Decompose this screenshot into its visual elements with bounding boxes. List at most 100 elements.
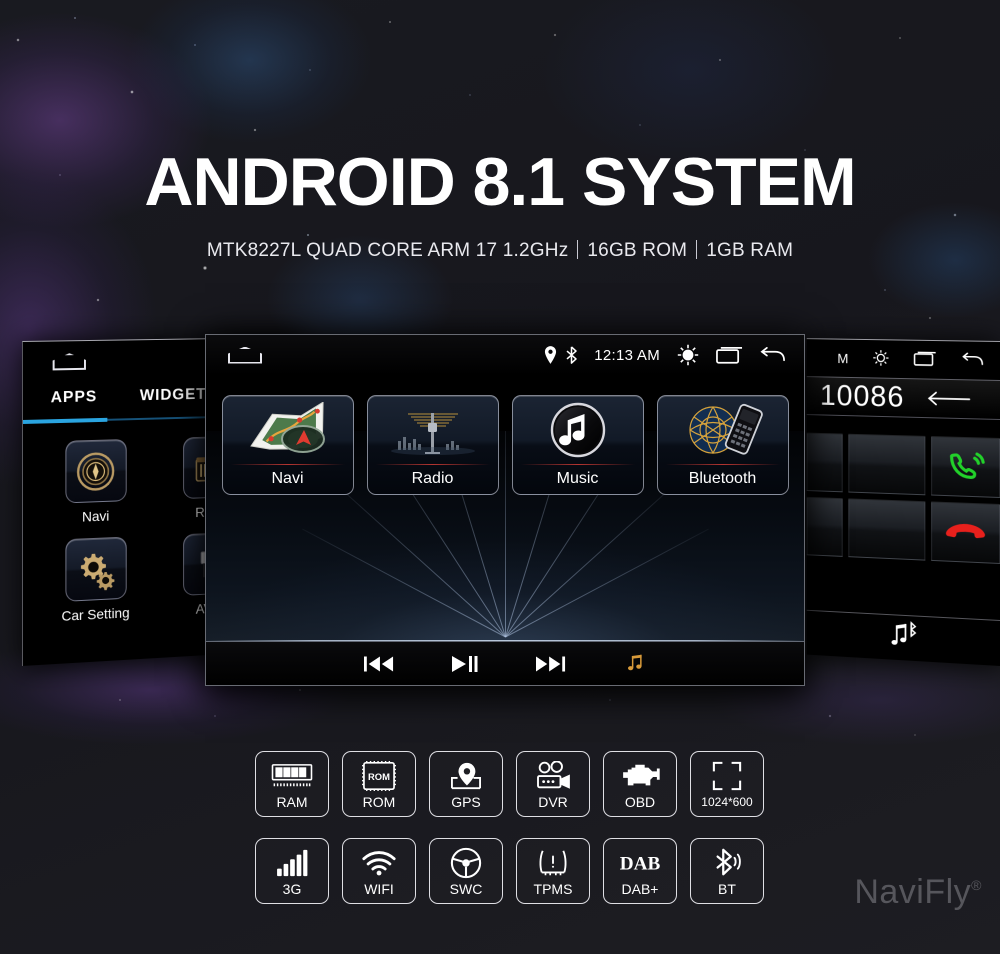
back-arrow-icon[interactable] xyxy=(759,345,786,365)
badge-dvr: DVR xyxy=(516,751,590,817)
music-note-icon xyxy=(513,400,643,460)
obd-engine-icon xyxy=(620,759,660,793)
badge-label: WIFI xyxy=(364,880,394,897)
badge-label: RAM xyxy=(276,793,308,810)
app-label: Navi xyxy=(82,507,110,525)
badge-label: 1024*600 xyxy=(701,794,753,809)
home-icon[interactable] xyxy=(228,346,262,364)
badge-swc: SWC xyxy=(429,838,503,904)
dialer-keypad xyxy=(806,432,1000,613)
tile-label: Music xyxy=(556,470,599,487)
spec-divider-2 xyxy=(696,240,698,259)
hangup-button[interactable] xyxy=(931,501,1000,564)
location-pin-icon xyxy=(544,346,557,364)
spec-ram: 1GB RAM xyxy=(706,240,794,261)
tile-navi[interactable]: Navi xyxy=(221,395,354,495)
recents-icon[interactable] xyxy=(716,345,743,365)
tile-label: Radio xyxy=(411,470,454,487)
keypad-key[interactable] xyxy=(848,433,926,496)
tile-label: Bluetooth xyxy=(688,470,757,487)
call-button[interactable] xyxy=(931,436,1000,498)
rom-chip-text: ROM xyxy=(368,770,390,781)
tile-bluetooth[interactable]: Bluetooth xyxy=(656,395,789,495)
badge-bt: BT xyxy=(690,838,764,904)
page-title: ANDROID 8.1 SYSTEM xyxy=(144,144,856,220)
next-track-button[interactable] xyxy=(536,655,566,673)
promo-banner: ANDROID 8.1 SYSTEM MTK8227L QUAD CORE AR… xyxy=(0,0,1000,954)
device-app-tiles: Navi Radio Music Bluetooth xyxy=(206,395,804,495)
badge-wifi: WIFI xyxy=(342,838,416,904)
brightness-icon[interactable] xyxy=(871,347,890,370)
tile-radio[interactable]: Radio xyxy=(366,395,499,495)
previous-track-button[interactable] xyxy=(364,655,394,673)
keypad-key[interactable] xyxy=(848,498,926,561)
home-icon[interactable] xyxy=(53,353,86,370)
badge-label: TPMS xyxy=(533,880,573,897)
main-device-screen: 12:13 AM Navi Radio Music Bluetooth xyxy=(205,334,805,686)
ram-module-icon xyxy=(271,759,313,793)
recents-icon[interactable] xyxy=(914,349,937,370)
app-label: Car Setting xyxy=(61,604,130,624)
brand-name: NaviFly xyxy=(854,873,972,911)
keypad-key[interactable] xyxy=(806,432,843,493)
media-control-bar xyxy=(206,641,804,685)
registered-mark: ® xyxy=(971,877,982,893)
compass-icon xyxy=(64,439,127,504)
tile-music[interactable]: Music xyxy=(511,395,644,495)
brightness-icon[interactable] xyxy=(676,343,700,367)
steering-wheel-icon xyxy=(450,846,482,880)
signal-bars-icon xyxy=(276,846,308,880)
badge-ram: RAM xyxy=(255,751,329,817)
dvr-camera-icon xyxy=(534,759,572,793)
app-car-setting[interactable]: Car Setting xyxy=(45,536,146,625)
right-background-screen: M 10086 xyxy=(806,338,1000,666)
bluetooth-icon xyxy=(712,846,742,880)
bluetooth-icon xyxy=(565,346,578,364)
spec-subtitle: MTK8227L QUAD CORE ARM 17 1.2GHz 16GB ROM… xyxy=(0,240,1000,262)
map-navigation-icon xyxy=(223,400,353,460)
wifi-icon xyxy=(361,846,397,880)
dialer-number-bar: 10086 xyxy=(806,376,1000,420)
tile-label: Navi xyxy=(271,470,304,487)
spec-divider-1 xyxy=(577,240,579,259)
dab-logo-text: DAB xyxy=(620,853,661,873)
tab-apps[interactable]: APPS xyxy=(51,388,98,416)
brand-watermark: NaviFly ® xyxy=(854,873,982,912)
bluetooth-phone-icon xyxy=(658,400,788,460)
bluetooth-music-icon[interactable] xyxy=(886,620,919,656)
gears-icon xyxy=(64,536,127,602)
time-partial: M xyxy=(837,350,849,367)
radio-antenna-icon xyxy=(368,400,498,460)
badge-obd: OBD xyxy=(603,751,677,817)
badge-resolution: 1024*600 xyxy=(690,751,764,817)
badge-label: DAB+ xyxy=(621,880,659,897)
feature-badge-grid: RAM ROM ROM GPS DVR OBD 1024*600 3G WIFI… xyxy=(255,751,764,904)
badge-gps: GPS xyxy=(429,751,503,817)
badge-tpms: TPMS xyxy=(516,838,590,904)
app-navi[interactable]: Navi xyxy=(45,438,146,526)
spec-chip: MTK8227L QUAD CORE ARM 17 1.2GHz xyxy=(206,240,569,261)
status-time: 12:13 AM xyxy=(594,346,660,364)
backspace-arrow-icon[interactable] xyxy=(926,385,971,412)
badge-label: OBD xyxy=(624,793,656,810)
badge-label: SWC xyxy=(449,880,483,897)
badge-3g: 3G xyxy=(255,838,329,904)
badge-label: BT xyxy=(718,880,736,897)
gps-pin-icon xyxy=(449,759,483,793)
dab-logo-icon: DAB xyxy=(616,846,664,880)
music-button[interactable] xyxy=(624,653,646,675)
keypad-key[interactable] xyxy=(806,496,843,557)
badge-label: DVR xyxy=(538,793,568,810)
tpms-tire-icon xyxy=(537,846,569,880)
spec-rom: 16GB ROM xyxy=(587,240,688,261)
rom-chip-icon: ROM xyxy=(361,759,397,793)
badge-label: GPS xyxy=(451,793,481,810)
badge-label: ROM xyxy=(362,793,396,810)
badge-label: 3G xyxy=(282,880,302,897)
badge-rom: ROM ROM xyxy=(342,751,416,817)
dialed-number: 10086 xyxy=(819,379,905,414)
badge-dab: DAB DAB+ xyxy=(603,838,677,904)
play-pause-button[interactable] xyxy=(452,655,478,673)
back-arrow-icon[interactable] xyxy=(961,350,985,371)
resolution-icon xyxy=(712,759,742,793)
